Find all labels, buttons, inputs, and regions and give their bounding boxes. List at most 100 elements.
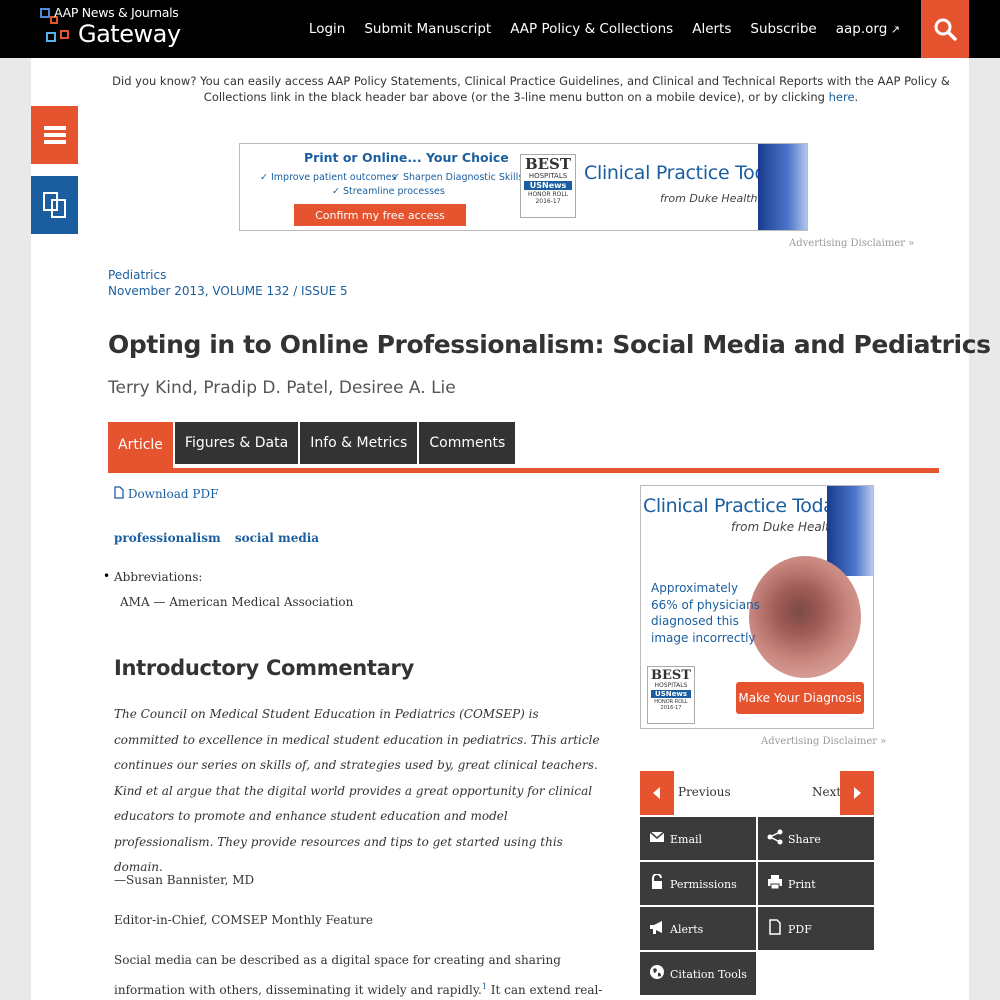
megaphone-icon bbox=[650, 921, 662, 934]
abbreviations-title: Abbreviations: bbox=[114, 570, 203, 584]
next-link[interactable]: Next bbox=[812, 785, 841, 799]
abbreviation-item: AMA — American Medical Association bbox=[120, 595, 354, 609]
badge-usnews-text: USNews bbox=[651, 690, 691, 698]
nav-aap-org-label: aap.org bbox=[835, 21, 888, 37]
side-ad[interactable]: Clinical Practice Today from Duke Health… bbox=[640, 485, 874, 729]
intro-commentary: The Council on Medical Student Education… bbox=[114, 707, 600, 874]
journal-name-link[interactable]: Pediatrics bbox=[108, 267, 348, 283]
logo-square-icon bbox=[60, 30, 69, 39]
print-icon bbox=[768, 875, 782, 890]
side-ad-brand-sub: from Duke Health bbox=[731, 520, 838, 534]
logo-square-icon bbox=[46, 32, 56, 42]
badge-best-text: BEST bbox=[524, 155, 572, 173]
chevron-left-icon bbox=[653, 787, 660, 799]
pdf-tool[interactable]: PDF bbox=[758, 907, 874, 950]
nav-aap-org[interactable]: aap.org ↗ bbox=[836, 21, 900, 37]
notice-text: Did you know? You can easily access AAP … bbox=[112, 74, 950, 104]
keyword-link[interactable]: professionalism bbox=[114, 531, 221, 545]
next-arrow-button[interactable] bbox=[840, 771, 874, 815]
citation-tools[interactable]: Citation Tools bbox=[640, 952, 756, 995]
signature: —Susan Bannister, MD bbox=[114, 873, 255, 887]
duke-shield-logo bbox=[827, 486, 873, 576]
logo-big-text: Gateway bbox=[78, 20, 181, 48]
article-pager: Previous Next bbox=[640, 771, 874, 815]
did-you-know-notice: Did you know? You can easily access AAP … bbox=[101, 73, 961, 105]
download-pdf-link[interactable]: Download PDF bbox=[114, 486, 218, 501]
share-tool[interactable]: Share bbox=[758, 817, 874, 860]
email-tool[interactable]: Email bbox=[640, 817, 756, 860]
article-tabs: Article Figures & Data Info & Metrics Co… bbox=[108, 422, 517, 468]
confirm-free-access-button[interactable]: Confirm my free access bbox=[294, 204, 466, 226]
tab-info-metrics[interactable]: Info & Metrics bbox=[300, 422, 418, 464]
nav-login[interactable]: Login bbox=[309, 21, 345, 37]
article-authors: Terry Kind, Pradip D. Patel, Desiree A. … bbox=[108, 378, 456, 398]
side-ad-brand: Clinical Practice Today bbox=[643, 495, 846, 517]
chevron-right-icon bbox=[854, 787, 861, 799]
duke-shield-logo bbox=[758, 144, 807, 230]
tab-underline bbox=[108, 468, 939, 473]
badge-year-text: 2016-17 bbox=[660, 705, 682, 711]
side-ad-disclaimer[interactable]: Advertising Disclaimer » bbox=[761, 736, 886, 747]
badge-hospitals-text: HOSPITALS bbox=[654, 682, 688, 689]
tab-comments[interactable]: Comments bbox=[419, 422, 516, 464]
banner-ad-bullet: ✓ Streamline processes bbox=[332, 186, 445, 197]
top-header-bar: AAP News & Journals Gateway Login Submit… bbox=[0, 0, 1000, 58]
notice-here-link[interactable]: here bbox=[829, 90, 855, 104]
alerts-label: Alerts bbox=[670, 923, 704, 936]
search-button[interactable] bbox=[921, 0, 969, 58]
badge-year-text: 2016-17 bbox=[535, 198, 561, 205]
journal-issue-link[interactable]: November 2013, VOLUME 132 / ISSUE 5 bbox=[108, 283, 348, 299]
previous-link[interactable]: Previous bbox=[678, 785, 731, 799]
article-title: Opting in to Online Professionalism: Soc… bbox=[108, 330, 991, 359]
tab-figures-data[interactable]: Figures & Data bbox=[174, 422, 299, 464]
header-nav: Login Submit Manuscript AAP Policy & Col… bbox=[290, 0, 900, 58]
permissions-tool[interactable]: Permissions bbox=[640, 862, 756, 905]
pdf-icon bbox=[769, 919, 781, 935]
body-paragraph: Social media can be described as a digit… bbox=[114, 948, 604, 1000]
nav-submit-manuscript[interactable]: Submit Manuscript bbox=[364, 21, 491, 37]
journal-info: Pediatrics November 2013, VOLUME 132 / I… bbox=[108, 267, 348, 299]
best-hospitals-badge: BEST HOSPITALS USNews HONOR ROLL 2016-17 bbox=[520, 154, 576, 218]
lock-icon bbox=[652, 874, 662, 889]
search-icon bbox=[934, 18, 957, 41]
banner-ad-bullet: ✓ Sharpen Diagnostic Skills bbox=[392, 172, 524, 183]
badge-hospitals-text: HOSPITALS bbox=[528, 172, 568, 180]
keywords: professionalism social media bbox=[114, 531, 329, 545]
skin-lesion-image bbox=[749, 556, 861, 678]
citation-tools-label: Citation Tools bbox=[670, 968, 747, 981]
banner-brand-sub: from Duke Health bbox=[660, 192, 758, 205]
banner-ad-disclaimer[interactable]: Advertising Disclaimer » bbox=[789, 238, 914, 249]
print-label: Print bbox=[788, 878, 816, 891]
gateway-logo[interactable]: AAP News & Journals Gateway bbox=[38, 5, 188, 53]
hamburger-menu-icon bbox=[43, 126, 66, 144]
external-link-icon: ↗ bbox=[887, 23, 900, 36]
best-hospitals-badge: BEST HOSPITALS USNews HONOR ROLL 2016-17 bbox=[647, 666, 695, 724]
share-icon bbox=[767, 829, 783, 845]
side-ad-text: Approximately 66% of physicians diagnose… bbox=[651, 581, 760, 645]
logo-square-icon bbox=[40, 8, 50, 18]
side-menu-button[interactable] bbox=[31, 106, 78, 164]
download-pdf-label: Download PDF bbox=[127, 487, 219, 501]
alerts-tool[interactable]: Alerts bbox=[640, 907, 756, 950]
tab-article[interactable]: Article bbox=[108, 422, 173, 468]
page-content: Did you know? You can easily access AAP … bbox=[31, 58, 991, 1000]
nav-aap-policy-collections[interactable]: AAP Policy & Collections bbox=[510, 21, 673, 37]
notice-end: . bbox=[854, 90, 859, 104]
email-label: Email bbox=[670, 833, 703, 846]
side-tools-button[interactable] bbox=[31, 176, 78, 234]
nav-alerts[interactable]: Alerts bbox=[692, 21, 731, 37]
banner-ad[interactable]: Print or Online... Your Choice ✓ Improve… bbox=[239, 143, 808, 231]
bullet: • bbox=[103, 569, 111, 583]
document-icon bbox=[114, 486, 124, 499]
banner-ad-title: Print or Online... Your Choice bbox=[304, 150, 509, 165]
nav-subscribe[interactable]: Subscribe bbox=[750, 21, 816, 37]
email-icon bbox=[649, 831, 665, 842]
badge-usnews-text: USNews bbox=[524, 181, 572, 190]
badge-best-text: BEST bbox=[651, 668, 691, 683]
make-your-diagnosis-button[interactable]: Make Your Diagnosis bbox=[736, 682, 864, 714]
banner-ad-bullet: ✓ Improve patient outcomes bbox=[260, 172, 397, 183]
keyword-link[interactable]: social media bbox=[235, 531, 319, 545]
previous-arrow-button[interactable] bbox=[640, 771, 674, 815]
print-tool[interactable]: Print bbox=[758, 862, 874, 905]
signature-role: Editor-in-Chief, COMSEP Monthly Feature bbox=[114, 913, 373, 927]
